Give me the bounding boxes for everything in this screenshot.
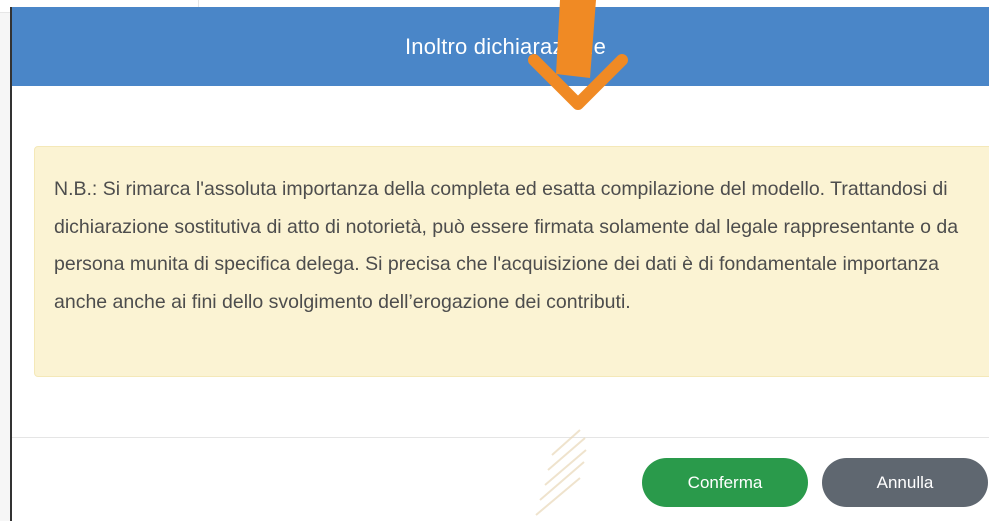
page-background xyxy=(0,0,10,521)
footer-divider xyxy=(12,437,989,438)
modal-body: N.B.: Si rimarca l'assoluta importanza d… xyxy=(12,86,989,436)
modal-title: Inoltro dichiarazione xyxy=(404,33,607,59)
confirm-button[interactable]: Conferma xyxy=(642,458,808,507)
declaration-modal: Inoltro dichiarazione N.B.: Si rimarca l… xyxy=(10,7,989,521)
warning-note-text: N.B.: Si rimarca l'assoluta importanza d… xyxy=(54,178,959,313)
warning-note: N.B.: Si rimarca l'assoluta importanza d… xyxy=(34,146,989,377)
modal-header: Inoltro dichiarazione xyxy=(12,7,989,86)
cancel-button[interactable]: Annulla xyxy=(822,458,988,507)
